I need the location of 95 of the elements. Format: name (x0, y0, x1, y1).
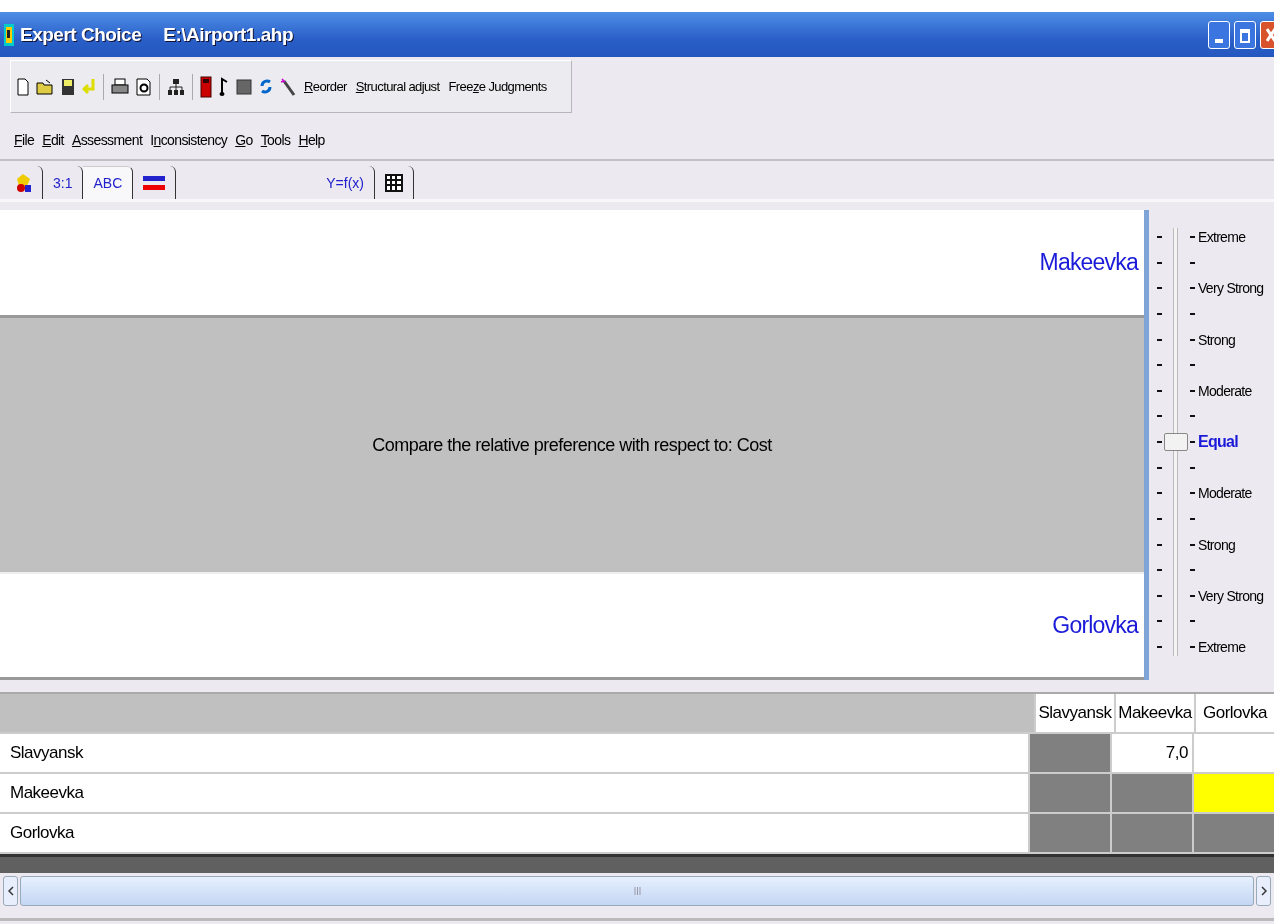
tick-mark (1190, 569, 1195, 572)
menu-item[interactable]: Edit (42, 132, 64, 148)
scale-label: Moderate (1198, 484, 1252, 503)
scale-label: Strong (1198, 535, 1236, 554)
scale-label: Moderate (1198, 381, 1252, 400)
scale-label: Extreme (1198, 638, 1246, 656)
matrix-cell[interactable] (1192, 774, 1274, 812)
tick-mark (1157, 389, 1162, 392)
square-button[interactable] (234, 78, 254, 95)
tick-mark (1190, 287, 1195, 290)
scale-label: Equal (1198, 433, 1239, 451)
chevron-left-icon (7, 886, 14, 896)
toolbar-button[interactable]: Reorder (301, 79, 350, 94)
maximize-icon (1240, 28, 1250, 43)
row-header: Makeevka (9, 782, 85, 804)
window-title: Expert Choice (20, 23, 142, 46)
menu-item[interactable]: Tools (260, 132, 291, 148)
tick-mark (1190, 543, 1195, 546)
slider-thumb[interactable] (1164, 433, 1188, 451)
tick-mark (1190, 594, 1195, 597)
column-header: Slavyansk (1034, 694, 1114, 732)
tick-mark (1190, 338, 1195, 341)
prompt-text: Compare the relative preference with respect to: Cost (372, 434, 772, 456)
row-header: Slavyansk (9, 742, 85, 764)
tick-mark (1157, 312, 1162, 315)
tick-mark (1157, 415, 1162, 418)
tick-mark (1190, 492, 1195, 495)
tick-mark (1157, 620, 1162, 623)
tick-mark (1157, 364, 1162, 367)
tick-mark (1157, 441, 1162, 443)
grip-icon (633, 887, 641, 895)
scale-label: Strong (1198, 330, 1236, 349)
tick-mark (1190, 517, 1195, 520)
file-path: E:\Airport1.ahp (163, 23, 293, 46)
tick-mark (1190, 389, 1195, 392)
view-tab[interactable]: ABC (83, 166, 134, 199)
matrix-cell[interactable] (1110, 774, 1192, 812)
wand-button[interactable] (278, 77, 298, 96)
toolbar-button[interactable]: Structural adjust (352, 79, 443, 94)
matrix-cell[interactable] (1028, 814, 1110, 852)
menu-item[interactable]: Assessment (71, 132, 143, 148)
scale-label: Very Strong (1198, 586, 1264, 605)
close-icon (1266, 27, 1274, 42)
matrix-cell[interactable] (1028, 774, 1110, 812)
hierarchy-button[interactable] (165, 77, 187, 96)
equals-icon (143, 175, 166, 190)
tick-mark (1157, 569, 1162, 572)
tick-mark (1190, 441, 1195, 443)
menu-item[interactable]: Inconsistency (150, 132, 228, 148)
toolbar-button[interactable]: Freeze Judgments (445, 79, 550, 94)
tick-mark (1190, 261, 1195, 264)
app-icon (4, 23, 14, 46)
tick-mark (1157, 594, 1162, 597)
tick-mark (1157, 261, 1162, 264)
chevron-right-icon (1260, 886, 1267, 896)
print-button[interactable] (109, 77, 131, 96)
scale-label: Extreme (1198, 228, 1246, 246)
tick-mark (1190, 620, 1195, 623)
tick-mark (1190, 646, 1195, 648)
top-item-name: Makeevka (1039, 249, 1138, 276)
open-folder-button[interactable] (34, 78, 56, 95)
menu-item[interactable]: Go (235, 132, 253, 148)
new-document-button[interactable] (15, 77, 31, 96)
tick-mark (1157, 517, 1162, 520)
column-header: Makeevka (1114, 694, 1194, 732)
scroll-right-button[interactable] (1256, 876, 1271, 906)
tick-mark (1157, 543, 1162, 546)
tick-mark (1190, 236, 1195, 238)
tick-mark (1157, 466, 1162, 469)
save-button[interactable] (59, 77, 77, 96)
scroll-left-button[interactable] (3, 876, 18, 906)
tick-mark (1190, 415, 1195, 418)
calculator-button[interactable] (198, 75, 214, 98)
tick-mark (1157, 338, 1162, 341)
tick-mark (1190, 364, 1195, 367)
menu-item[interactable]: Help (298, 132, 325, 148)
matrix-cell[interactable] (1192, 814, 1274, 852)
tick-mark (1157, 287, 1162, 290)
minimize-button[interactable] (1208, 20, 1230, 49)
print-preview-button[interactable] (134, 77, 154, 96)
matrix-cell[interactable] (1110, 814, 1192, 852)
tick-mark (1190, 466, 1195, 469)
matrix-cell[interactable] (1028, 734, 1110, 772)
shapes-icon (16, 172, 32, 193)
row-header: Gorlovka (9, 822, 76, 844)
tick-mark (1157, 236, 1162, 238)
tick-mark (1157, 646, 1162, 648)
bottom-item-name: Gorlovka (1052, 612, 1138, 639)
minimize-icon (1215, 38, 1223, 43)
grid-icon (385, 173, 403, 192)
tick-mark (1190, 312, 1195, 315)
maximize-button[interactable] (1234, 20, 1256, 49)
scale-label: Very Strong (1198, 279, 1264, 298)
menu-item[interactable]: File (14, 132, 35, 148)
tick-mark (1157, 492, 1162, 495)
